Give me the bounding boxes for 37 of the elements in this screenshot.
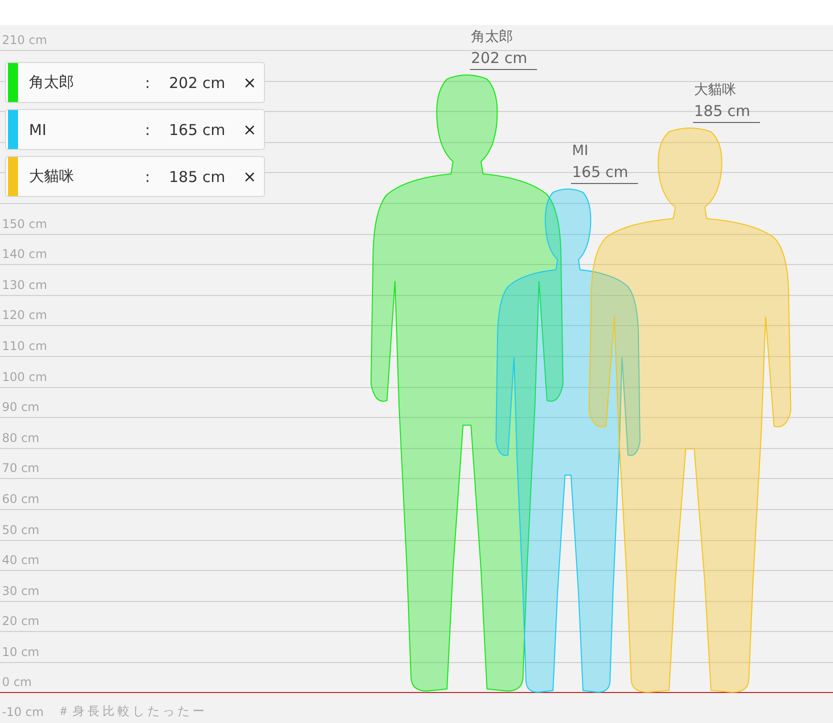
axis-label: 120 cm [2, 308, 48, 322]
axis-label: 140 cm [2, 247, 48, 262]
separator: : [145, 74, 152, 92]
height-value: 202 cm [169, 74, 226, 92]
axis-label: 150 cm [2, 216, 48, 231]
figure-name: 大貓咪 [693, 80, 736, 100]
axis-label: -10 cm [2, 704, 44, 719]
axis-label: 90 cm [2, 400, 40, 414]
person-name: MI [29, 120, 48, 138]
remove-button[interactable]: × [239, 167, 260, 186]
axis-label: 110 cm [2, 338, 48, 353]
separator: : [145, 120, 152, 138]
axis-label: 0 cm [2, 675, 32, 690]
axis-label: 50 cm [2, 522, 40, 536]
person-name: 角太郎 [29, 73, 75, 92]
separator: : [145, 168, 152, 186]
figure-height: 165 cm [571, 160, 638, 184]
axis-label: 210 cm [2, 33, 48, 47]
axis-label: 20 cm [2, 614, 40, 628]
axis-label: 10 cm [2, 644, 40, 659]
axis-label: 40 cm [2, 553, 40, 568]
hashtag-text: ＃身長比較したったー [58, 703, 208, 720]
figure-height: 202 cm [470, 47, 538, 70]
axis-label: 130 cm [2, 278, 48, 292]
axis-label: 80 cm [2, 430, 40, 445]
axis-label: 30 cm [2, 584, 40, 598]
figure-name: 角太郎 [470, 28, 513, 48]
height-value: 165 cm [169, 120, 226, 138]
figure-name: MI [571, 142, 588, 161]
axis-label: 100 cm [2, 370, 48, 384]
remove-button[interactable]: × [239, 120, 260, 139]
figure-height: 185 cm [693, 100, 760, 122]
axis-label: 60 cm [2, 492, 40, 506]
remove-button[interactable]: × [239, 73, 260, 92]
axis-label: 70 cm [2, 461, 40, 476]
height-value: 185 cm [169, 168, 226, 186]
person-name: 大貓咪 [29, 167, 75, 186]
